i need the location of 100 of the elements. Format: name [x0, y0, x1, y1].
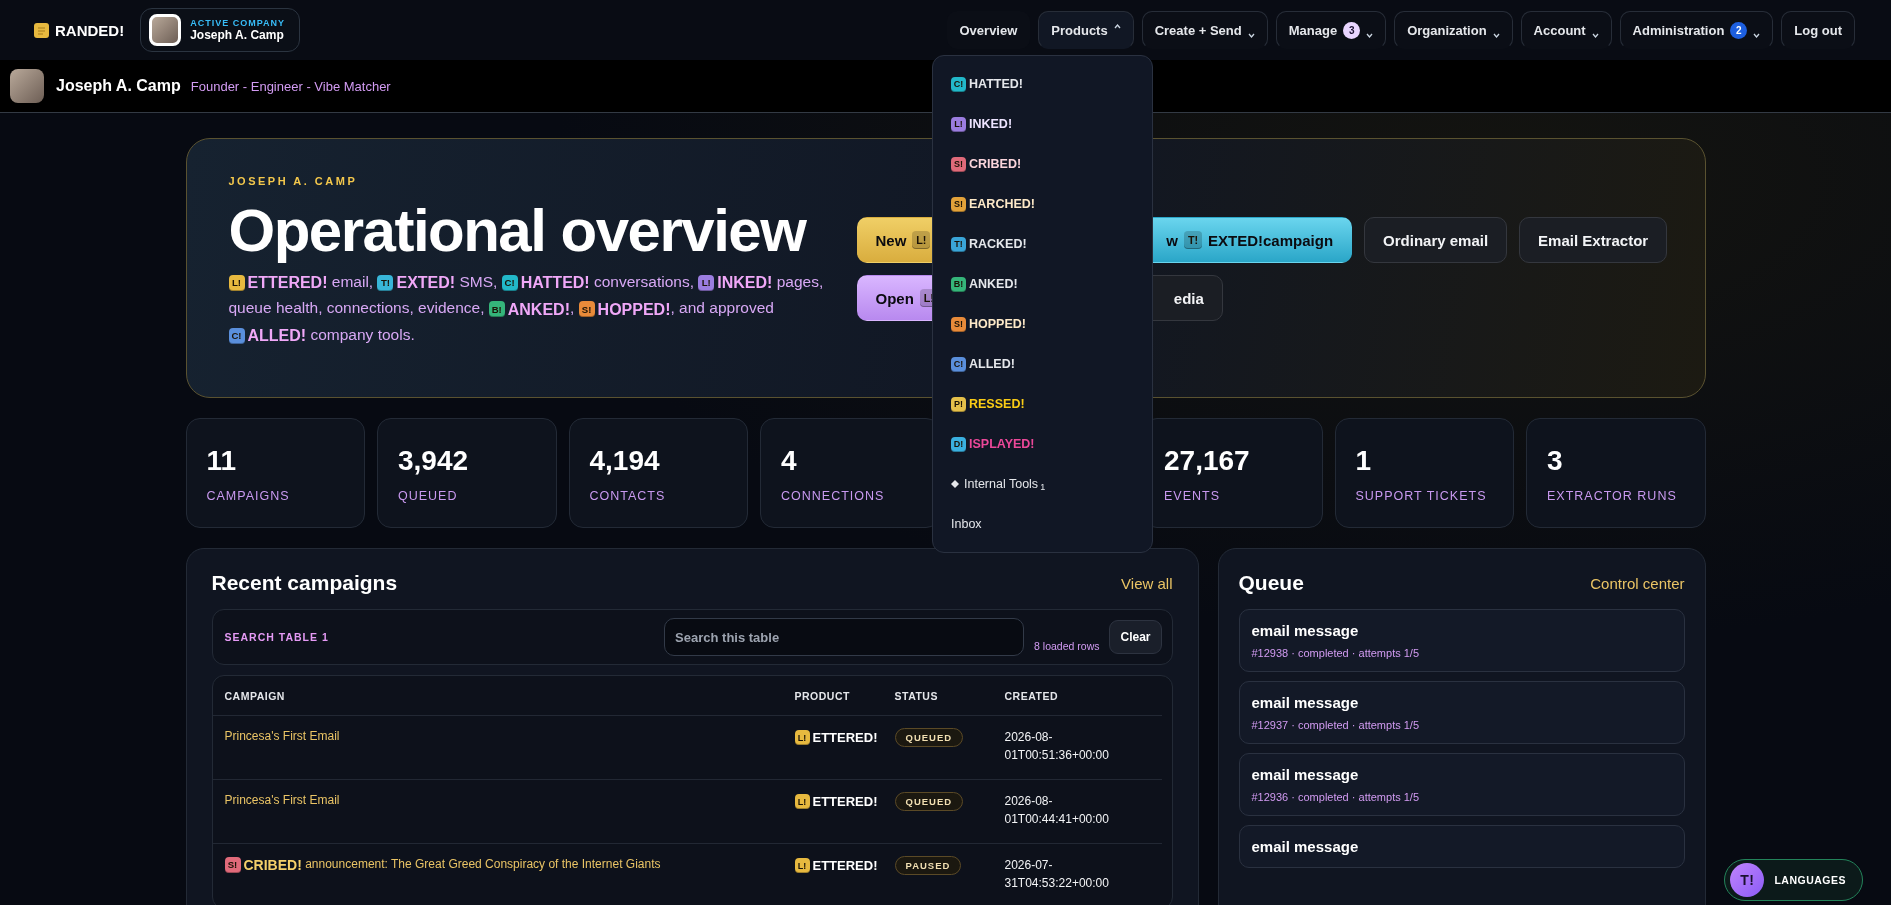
brand-badge: L!: [794, 794, 810, 810]
queue-title: email message: [1251, 622, 1360, 639]
queue-card[interactable]: email message #12938 · completed · attempts 1/5: [1238, 609, 1685, 672]
brand-badge: T!: [951, 236, 966, 252]
queue-title: email message: [1251, 838, 1360, 855]
queue-meta: #12936 · completed · attempts 1/5: [1251, 791, 1421, 803]
brand-badge: L!: [794, 858, 810, 874]
logo-icon: [34, 22, 49, 38]
profile-name: Joseph A. Camp: [56, 77, 181, 95]
status-pill: QUEUED: [894, 792, 964, 811]
brand-badge: D!: [951, 436, 966, 452]
view-all-link[interactable]: View all: [1121, 574, 1173, 592]
caret-icon: [1113, 23, 1121, 29]
brand-name[interactable]: EARCHED!: [969, 197, 1035, 211]
action-button[interactable]: Ordinary email: [1364, 217, 1508, 263]
stat-value: 4: [781, 445, 798, 477]
action-button[interactable]: Email Extractor: [1519, 217, 1668, 263]
brand-badge: L!: [912, 231, 931, 249]
stat-label: CAMPAIGNS: [206, 489, 291, 503]
caret-icon: [1492, 32, 1500, 38]
stat-label: CONTACTS: [589, 489, 667, 503]
brand-badge: L!: [794, 730, 810, 746]
column-header: PRODUCT: [794, 689, 851, 702]
stat-value: 4,194: [589, 445, 661, 477]
brand-name[interactable]: HATTED!: [969, 77, 1023, 91]
brand-name: ETTERED!: [812, 794, 878, 810]
profile-roles: Founder - Engineer - Vibe Matcher: [190, 78, 391, 94]
brand-name[interactable]: INKED!: [969, 117, 1013, 131]
stat-value: 27,167: [1164, 445, 1251, 477]
company-name: Joseph A. Camp: [190, 28, 285, 42]
search-label: SEARCH TABLE 1: [224, 631, 329, 643]
queue-title: email message: [1251, 694, 1360, 711]
queue-card[interactable]: email message: [1238, 825, 1685, 868]
nav-item[interactable]: Manage 3: [1275, 11, 1387, 49]
queue-meta: #12937 · completed · attempts 1/5: [1251, 719, 1421, 731]
search-field[interactable]: Search this table: [664, 618, 1025, 656]
brand-badge: S!: [951, 316, 966, 332]
brand-badge: L!: [951, 116, 966, 132]
company-switcher[interactable]: ACTIVE COMPANY Joseph A. Camp: [140, 8, 300, 52]
caret-icon: [1366, 32, 1374, 38]
diamond-icon: [951, 480, 959, 488]
brand-badge: B!: [951, 276, 966, 292]
stat-label: QUEUED: [398, 489, 459, 503]
brand-badge: C!: [951, 76, 966, 92]
stat-label: CONNECTIONS: [781, 489, 886, 503]
nav-item[interactable]: Account: [1520, 11, 1612, 49]
brand-badge: C!: [951, 356, 966, 372]
queue-meta: #12938 · completed · attempts 1/5: [1251, 647, 1421, 659]
stat-value: 11: [206, 445, 238, 477]
caret-icon: [1247, 32, 1255, 38]
brand-badge: S!: [951, 196, 966, 212]
queue-card[interactable]: email message #12936 · completed · attempts 1/5: [1238, 753, 1685, 816]
column-header: STATUS: [894, 689, 939, 702]
languages-button[interactable]: T! LANGUAGES: [1724, 859, 1863, 901]
created-cell-text: 2026-08-01T00:44:41+00:00: [1004, 793, 1110, 828]
stat-value: 1: [1355, 445, 1373, 477]
nav-item[interactable]: Products: [1038, 11, 1134, 49]
brand-name[interactable]: ALLED!: [969, 357, 1015, 371]
stat-label: EXTRACTOR RUNS: [1547, 489, 1678, 503]
brand-name: ETTERED!: [812, 858, 878, 874]
stat-value: 3: [1547, 445, 1564, 477]
brand-name[interactable]: HOPPED!: [969, 317, 1026, 331]
count-badge: 3: [1343, 21, 1361, 39]
nav-item[interactable]: Organization: [1394, 11, 1513, 49]
caret-icon: [1591, 32, 1599, 38]
hero-description: L! ETTERED! email, T! EXTED! SMS, C! HATTED! conversations, L! INKED! pages, queue health, connections, evidence, B! ANKED!, S! HOPPED!, and approved C! ALLED! company tools.: [228, 272, 825, 347]
page-title: Operational overview: [228, 201, 808, 261]
brand-badge: P!: [951, 396, 966, 412]
brand-name[interactable]: RESSED!: [969, 397, 1025, 411]
brand-name[interactable]: RACKED!: [969, 237, 1027, 251]
brand-badge: S!: [951, 156, 966, 172]
column-header: CAMPAIGN: [224, 689, 286, 702]
brand-name[interactable]: CRIBED!: [969, 157, 1022, 171]
menu-item[interactable]: Internal Tools 1: [951, 472, 1134, 496]
stat-label: EVENTS: [1164, 489, 1221, 503]
panel-title: Recent campaigns: [211, 571, 398, 595]
row-count: 8 loaded rows: [1034, 640, 1100, 652]
brand-badge: T!: [1184, 231, 1202, 249]
status-pill: PAUSED: [894, 856, 962, 875]
queue-card[interactable]: email message #12937 · completed · attempts 1/5: [1238, 681, 1685, 744]
stat-value: 3,942: [398, 445, 470, 477]
campaign-cell: S! CRIBED! announcement: The Great Greed Conspiracy of the Internet Giants: [224, 856, 795, 873]
nav-item[interactable]: Log out: [1781, 11, 1855, 49]
column-header: CREATED: [1004, 689, 1059, 702]
campaign-cell-text: Princesa's First Email: [224, 792, 341, 808]
avatar-photo: [10, 69, 44, 103]
menu-item[interactable]: Inbox: [951, 512, 1134, 536]
campaign-cell-text: Princesa's First Email: [224, 728, 341, 744]
eyebrow-text: JOSEPH A. CAMP: [228, 175, 359, 187]
status-pill: QUEUED: [894, 728, 964, 747]
brand-name[interactable]: ANKED!: [969, 277, 1018, 291]
nav-item[interactable]: Create + Send: [1141, 11, 1268, 49]
brand-name: RANDED!: [55, 21, 125, 39]
count-badge: 2: [1730, 21, 1748, 39]
brand-name[interactable]: ISPLAYED!: [969, 437, 1035, 451]
created-cell-text: 2026-07-31T04:53:22+00:00: [1004, 857, 1110, 892]
nav-item[interactable]: Administration 2: [1619, 11, 1774, 49]
clear-button[interactable]: Clear: [1109, 620, 1162, 654]
control-center-link[interactable]: Control center: [1590, 574, 1685, 592]
avatar-photo: [149, 14, 182, 46]
